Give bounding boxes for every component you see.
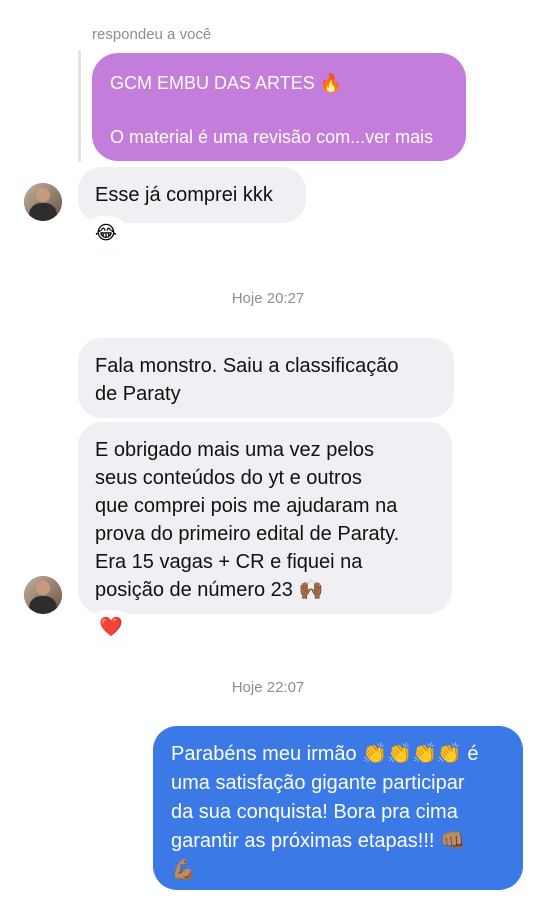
- reaction-heart-emoji[interactable]: ❤️: [91, 612, 131, 644]
- message-text-line: 💪🏽: [171, 859, 196, 881]
- message-bubble-incoming[interactable]: E obrigado mais uma vez pelos seus conte…: [78, 422, 452, 614]
- reply-indicator-bar: [78, 50, 81, 162]
- message-text-line: Fala monstro. Saiu a classificação: [95, 355, 399, 377]
- replied-message-bubble[interactable]: GCM EMBU DAS ARTES 🔥 O material é uma re…: [92, 53, 466, 161]
- message-text-line: Parabéns meu irmão 👏👏👏👏 é: [171, 743, 479, 765]
- reply-context-label: respondeu a você: [92, 26, 212, 43]
- message-bubble-incoming[interactable]: Esse já comprei kkk: [78, 167, 306, 223]
- message-text-line: que comprei pois me ajudaram na: [95, 495, 398, 517]
- reaction-laugh-emoji[interactable]: 😂: [86, 218, 126, 250]
- avatar[interactable]: [24, 576, 62, 614]
- message-text-line: E obrigado mais uma vez pelos: [95, 439, 375, 461]
- message-text-line: uma satisfação gigante participar: [171, 772, 465, 794]
- message-text-line: Era 15 vagas + CR e fiquei na: [95, 551, 363, 573]
- timestamp: Hoje 22:07: [231, 679, 305, 696]
- replied-message-preview[interactable]: O material é uma revisão com...ver mais: [110, 123, 448, 151]
- replied-message-title: GCM EMBU DAS ARTES 🔥: [110, 73, 343, 93]
- timestamp: Hoje 20:27: [231, 290, 305, 307]
- message-text-line: de Paraty: [95, 383, 181, 405]
- message-bubble-outgoing[interactable]: Parabéns meu irmão 👏👏👏👏 é uma satisfação…: [153, 726, 523, 890]
- message-text-line: posição de número 23 🙌🏾: [95, 579, 324, 601]
- message-text-line: prova do primeiro edital de Paraty.: [95, 523, 400, 545]
- message-text-line: seus conteúdos do yt e outros: [95, 467, 362, 489]
- message-text: Esse já comprei kkk: [95, 184, 273, 206]
- avatar[interactable]: [24, 183, 62, 221]
- message-bubble-incoming[interactable]: Fala monstro. Saiu a classificação de Pa…: [78, 338, 454, 418]
- message-text-line: da sua conquista! Bora pra cima: [171, 801, 458, 823]
- message-text-line: garantir as próximas etapas!!! 👊🏽: [171, 830, 465, 852]
